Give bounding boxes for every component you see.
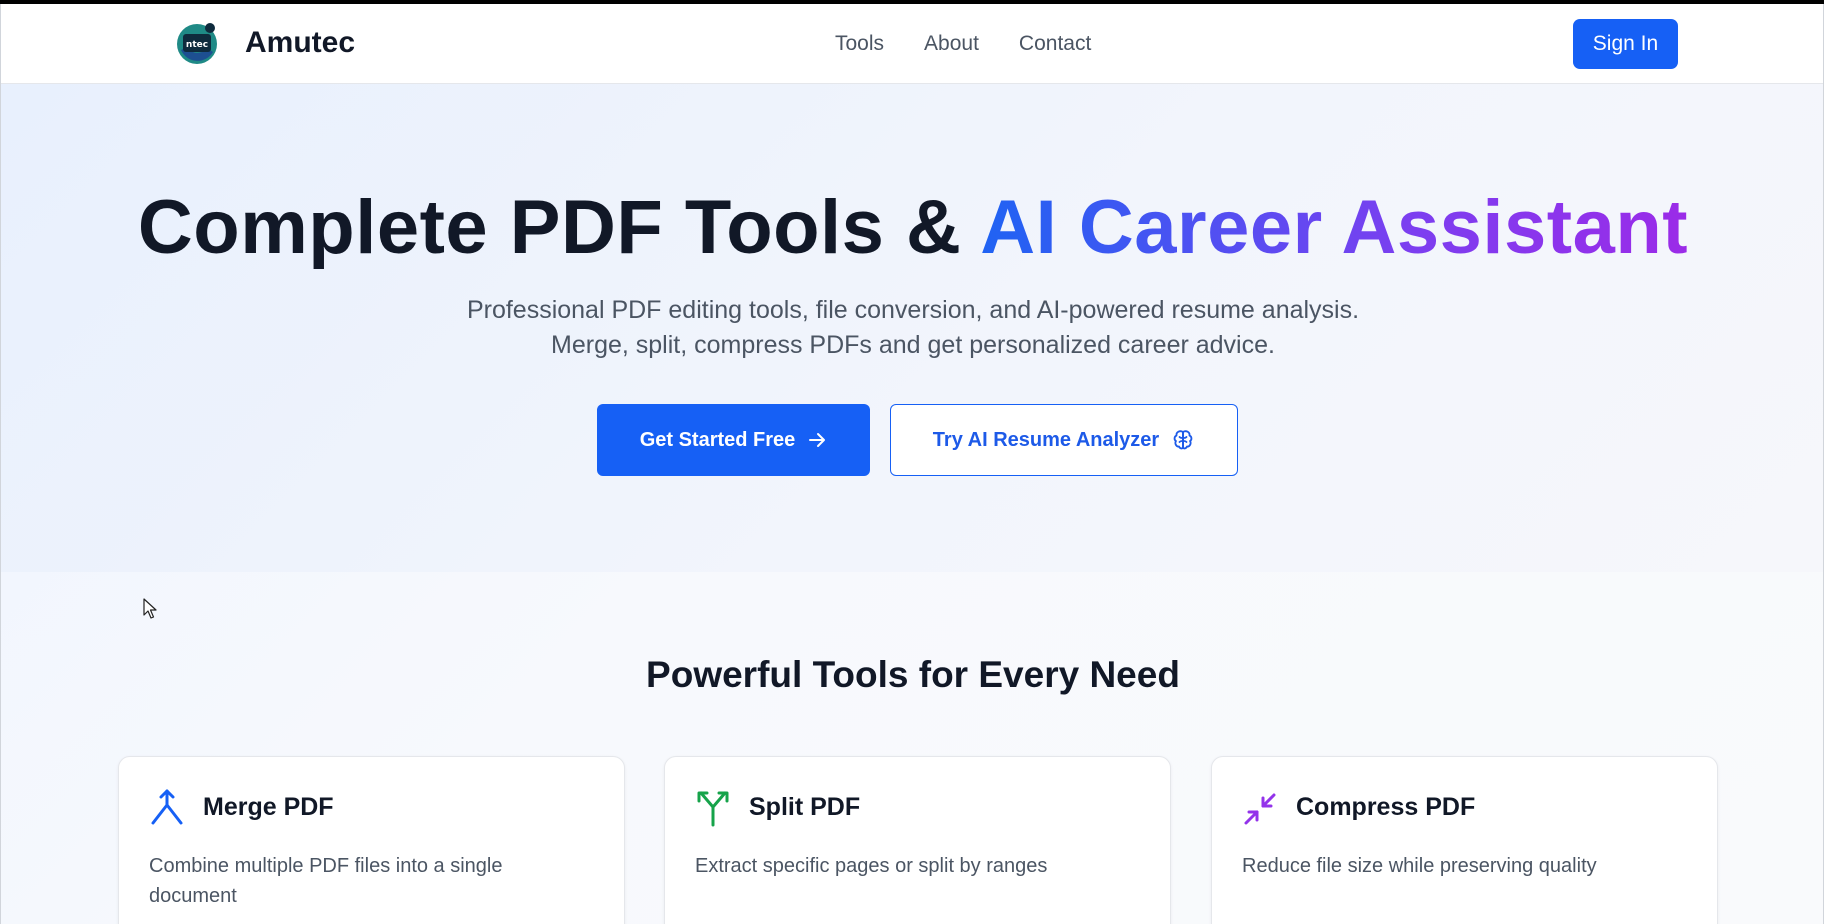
split-icon	[697, 791, 729, 827]
nav-contact[interactable]: Contact	[1019, 32, 1091, 56]
brand-name[interactable]: Amutec	[245, 26, 355, 60]
tool-card-title: Split PDF	[749, 793, 861, 821]
tool-card-merge[interactable]: Merge PDF Combine multiple PDF files int…	[118, 756, 625, 924]
get-started-label: Get Started Free	[639, 428, 796, 451]
hero-subtitle: Professional PDF editing tools, file con…	[1, 293, 1824, 363]
hero-subtitle-line2: Merge, split, compress PDFs and get pers…	[551, 331, 1275, 359]
nav-about[interactable]: About	[924, 32, 979, 56]
mouse-pointer-icon	[143, 598, 157, 619]
hero-subtitle-line1: Professional PDF editing tools, file con…	[466, 296, 1360, 324]
main-nav: Tools About Contact	[835, 32, 1091, 56]
tool-card-description: Reduce file size while preserving qualit…	[1242, 855, 1597, 877]
try-resume-analyzer-label: Try AI Resume Analyzer	[932, 428, 1160, 451]
compress-icon	[1244, 793, 1276, 825]
tool-card-title: Compress PDF	[1296, 793, 1476, 821]
sign-in-button[interactable]: Sign In	[1573, 19, 1678, 69]
tools-section-title: Powerful Tools for Every Need	[646, 654, 1180, 695]
try-resume-analyzer-button[interactable]: Try AI Resume Analyzer	[890, 404, 1238, 476]
get-started-button[interactable]: Get Started Free	[597, 404, 870, 476]
hero-title-accent: AI Career Assistant	[980, 185, 1689, 270]
nav-tools[interactable]: Tools	[835, 32, 884, 56]
logo-text: ntec	[186, 40, 208, 50]
tool-card-description: Combine multiple PDF files into a single…	[149, 855, 503, 907]
tool-card-description: Extract specific pages or split by range…	[695, 855, 1048, 877]
site-header: ntec Amutec Tools About Contact Sign In	[1, 4, 1823, 84]
arrow-right-icon	[809, 433, 826, 447]
tool-card-title: Merge PDF	[203, 793, 334, 821]
hero-title-plain: Complete PDF Tools &	[137, 185, 981, 270]
hero-title: Complete PDF Tools & AI Career Assistant	[1, 184, 1824, 271]
merge-icon	[151, 789, 183, 825]
browser-viewport: ntec Amutec Tools About Contact Sign In …	[0, 4, 1824, 924]
amutec-logo[interactable]: ntec	[173, 20, 221, 68]
hero-section: Complete PDF Tools & AI Career Assistant…	[1, 84, 1824, 619]
brain-icon	[1173, 430, 1193, 450]
tool-card-split[interactable]: Split PDF Extract specific pages or spli…	[664, 756, 1171, 924]
tool-card-compress[interactable]: Compress PDF Reduce file size while pres…	[1211, 756, 1718, 924]
